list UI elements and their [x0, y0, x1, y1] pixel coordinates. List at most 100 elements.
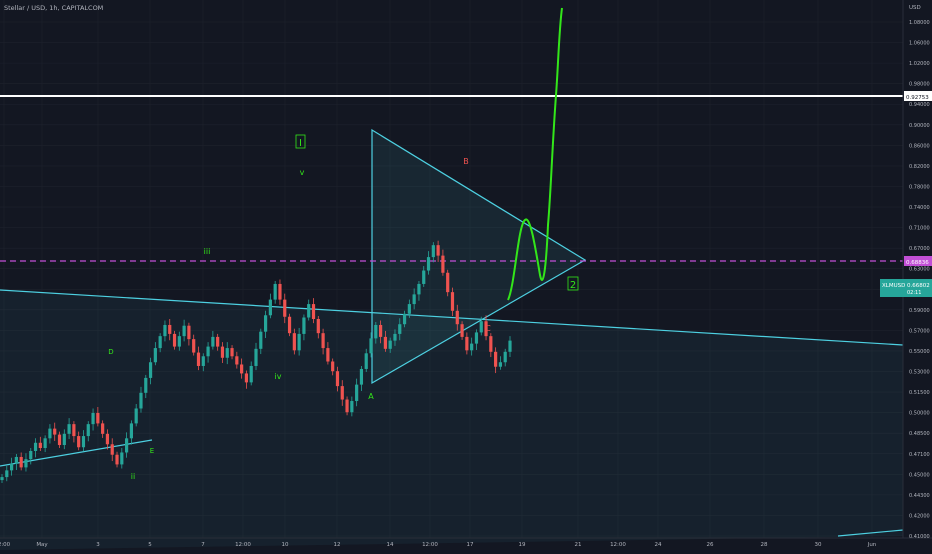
chart-area[interactable]: I v iii iv ii D E A B C 2 1.08000 1.06000…: [0, 0, 932, 550]
x-tick-label: 14: [387, 542, 394, 548]
y-tick-label: 0.59000: [909, 308, 930, 314]
candle-body: [163, 324, 167, 337]
candle-body: [307, 304, 311, 318]
y-tick-label: 0.51500: [909, 390, 930, 396]
x-tick-label: 28: [761, 542, 768, 548]
x-tick-label: 3: [96, 542, 100, 548]
candle-body: [359, 368, 364, 385]
y-tick-label: 1.06000: [909, 41, 930, 47]
candle-body: [335, 371, 340, 387]
wave-label-I: I: [299, 138, 302, 149]
y-tick-label: 0.86000: [909, 143, 930, 149]
candle-body: [182, 325, 186, 337]
candle-body: [278, 283, 282, 300]
y-tick-label: 0.82000: [909, 164, 930, 170]
candle-body: [259, 331, 263, 349]
candle-body: [153, 348, 157, 363]
candle-body: [115, 454, 119, 465]
candle-body: [388, 340, 392, 349]
wave-label-iv: iv: [275, 372, 282, 381]
x-tick-label: 12:00: [235, 542, 251, 548]
candle-body: [355, 384, 359, 402]
current-price-name: XLMUSD: [882, 283, 905, 289]
candle-body: [48, 428, 52, 439]
candle-body: [345, 399, 349, 413]
candle-body: [148, 362, 153, 378]
y-tick-label: 0.53000: [909, 370, 930, 376]
candle-body: [216, 336, 220, 347]
candle-body: [168, 324, 172, 334]
currency-label: USD: [909, 5, 921, 11]
y-tick-label: 0.90000: [909, 123, 930, 129]
y-tick-label: 0.47100: [909, 452, 930, 458]
candle-body: [192, 339, 196, 353]
chart-svg: I v iii iv ii D E A B C 2 1.08000 1.06000…: [0, 0, 932, 550]
y-tick-label: 0.94000: [909, 102, 930, 108]
candle-body: [268, 299, 272, 316]
x-tick-label: 30: [815, 542, 822, 548]
y-tick-label: 0.78000: [909, 184, 930, 190]
candle-body: [24, 459, 28, 468]
candle-body: [62, 433, 66, 446]
candle-body: [474, 332, 479, 344]
candle-body: [9, 463, 14, 471]
candle-body: [369, 338, 373, 354]
y-tick-label: 0.44300: [909, 493, 930, 499]
wave-label-ii: ii: [131, 472, 135, 481]
candle-body: [450, 292, 455, 311]
y-tick-label: 0.71000: [909, 226, 930, 232]
y-tick-label: 0.57000: [909, 328, 930, 334]
candle-body: [57, 434, 62, 446]
candle-body: [302, 317, 306, 334]
candle-body: [508, 340, 512, 352]
y-tick-label: 0.48500: [909, 431, 930, 437]
candle-body: [455, 310, 459, 325]
current-price-tag: XLMUSD 0.66802 02:11: [880, 279, 932, 297]
candle-body: [240, 364, 244, 374]
candle-body: [331, 361, 335, 372]
wave-label-E: E: [150, 447, 154, 455]
x-tick-label: 19: [519, 542, 526, 548]
y-tick-label: 0.98000: [909, 82, 930, 88]
candle-body: [498, 362, 503, 367]
candle-body: [326, 348, 330, 362]
candle-body: [43, 438, 47, 449]
candle-body: [340, 386, 344, 400]
candle-body: [350, 401, 354, 413]
candle-body: [479, 321, 483, 333]
candle-body: [422, 270, 426, 284]
magenta-price-tag-text: 0.68836: [906, 260, 929, 266]
candle-body: [134, 408, 138, 424]
candle-body: [311, 304, 316, 319]
y-tick-label: 0.63000: [909, 267, 930, 273]
candle-body: [321, 333, 325, 349]
candle-body: [292, 333, 296, 351]
candle-body: [503, 351, 507, 363]
candle-body: [110, 444, 114, 455]
candle-body: [5, 470, 9, 478]
x-tick-label: 7: [201, 542, 205, 548]
candle-body: [211, 336, 215, 347]
wave-label-A: A: [368, 392, 374, 401]
candle-body: [120, 452, 124, 465]
candle-body: [129, 423, 133, 439]
y-tick-label: 0.67000: [909, 246, 930, 252]
candle-body: [273, 283, 277, 300]
candle-body: [158, 336, 162, 349]
y-tick-label: 0.74000: [909, 205, 930, 211]
magenta-price-tag: 0.68836: [904, 256, 932, 266]
x-tick-label: 12:00: [422, 542, 438, 548]
x-tick-label: 2:00: [0, 542, 11, 548]
candle-body: [494, 351, 498, 367]
candle-body: [144, 377, 148, 393]
candle-body: [91, 412, 95, 425]
candle-body: [33, 442, 38, 451]
candle-body: [489, 336, 493, 352]
candle-body: [201, 356, 205, 366]
candle-body: [316, 318, 320, 334]
wave-label-C: C: [485, 324, 491, 333]
current-price-value: 0.66802: [907, 283, 930, 289]
candle-body: [0, 477, 4, 481]
candle-body: [38, 442, 42, 449]
x-tick-label: May: [36, 542, 48, 548]
